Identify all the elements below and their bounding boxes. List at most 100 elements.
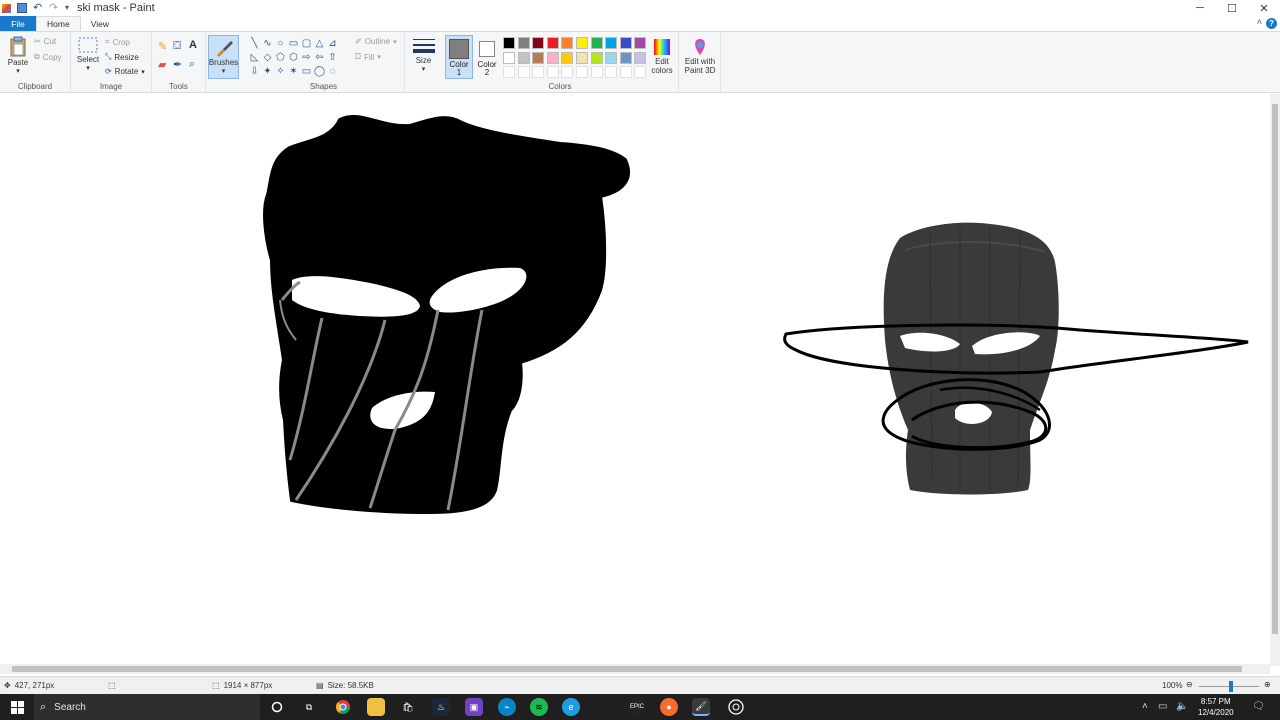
shape-icon[interactable]: ⇨ [300, 51, 313, 65]
shape-icon[interactable]: ▭ [287, 37, 300, 51]
fill-dropdown[interactable]: ⛋ Fill ▾ [355, 52, 381, 62]
shape-icon[interactable]: ⇦ [313, 51, 326, 65]
color-swatch[interactable] [575, 51, 588, 64]
outline-dropdown[interactable]: ✐ Outline ▾ [355, 37, 397, 46]
color-swatch[interactable] [575, 66, 588, 78]
crop-button[interactable]: ⌗ Crop [105, 37, 130, 47]
shape-icon[interactable]: ✦ [261, 65, 274, 79]
edit-colors-button[interactable]: Edit colors [649, 37, 675, 75]
color-swatch[interactable] [546, 37, 559, 49]
color-swatch[interactable] [590, 51, 603, 64]
zoom-in-icon[interactable]: ⊕ [1264, 680, 1271, 689]
shape-icon[interactable]: ▭ [300, 65, 313, 79]
shape-icon[interactable]: ╲ [248, 37, 261, 51]
vertical-scrollbar[interactable] [1270, 94, 1280, 666]
color-swatch[interactable] [517, 66, 530, 78]
steam-icon[interactable]: ♨ [432, 698, 450, 716]
origin-icon[interactable]: ● [660, 698, 678, 716]
zoom-out-icon[interactable]: ⊖ [1186, 680, 1193, 689]
color-picker-icon[interactable]: ✒ [173, 58, 182, 71]
rotate-button[interactable]: ⟳ Rotate ▾ [105, 67, 145, 76]
color-swatch[interactable] [634, 66, 647, 78]
shape-icon[interactable]: ⊿ [326, 37, 339, 51]
color-swatch[interactable] [561, 66, 574, 78]
horizontal-scrollbar[interactable] [0, 664, 1270, 674]
magnifier-icon[interactable]: ⌕ [189, 58, 195, 71]
size-button[interactable]: Size ▾ [410, 36, 437, 74]
close-button[interactable]: ✕ [1248, 0, 1280, 16]
store-icon[interactable]: 🛍 [399, 698, 417, 716]
cut-button[interactable]: ✂ Cut [34, 37, 56, 46]
epic-games-icon[interactable]: EPIC [628, 698, 646, 716]
color-swatch[interactable] [619, 37, 632, 49]
maximize-button[interactable]: ☐ [1216, 0, 1248, 16]
customize-dropdown-icon[interactable]: ▾ [65, 3, 71, 13]
color-swatch[interactable] [619, 51, 632, 64]
fill-bucket-icon[interactable]: ⛋ [173, 40, 181, 53]
shape-icon[interactable]: ⇧ [326, 51, 339, 65]
spotify-icon[interactable]: ≋ [530, 698, 548, 716]
tab-file[interactable]: File [0, 16, 36, 31]
tab-home[interactable]: Home [36, 16, 81, 31]
shape-icon[interactable]: ◺ [248, 51, 261, 65]
color-swatch[interactable] [575, 37, 588, 49]
color-swatch[interactable] [590, 37, 603, 49]
task-view-icon[interactable]: ⧉ [300, 698, 318, 716]
shape-icon[interactable]: ◌ [326, 65, 339, 79]
color-swatch[interactable] [503, 37, 515, 49]
color-swatch[interactable] [619, 66, 632, 78]
color-swatch[interactable] [634, 37, 647, 49]
color-swatch[interactable] [532, 37, 545, 49]
redo-icon[interactable]: ↷ [49, 3, 59, 14]
shape-icon[interactable]: ∿ [261, 37, 274, 51]
collapse-ribbon-icon[interactable]: ˄ [1257, 17, 1262, 27]
save-icon[interactable] [17, 3, 27, 13]
network-icon[interactable]: ▭ [1158, 701, 1167, 712]
zoom-slider-thumb[interactable] [1229, 681, 1233, 692]
color-swatch[interactable] [590, 66, 603, 78]
taskbar-search-box[interactable]: ⌕ Search [34, 694, 260, 720]
photos-icon[interactable]: ▣ [465, 698, 483, 716]
color-swatch[interactable] [517, 51, 530, 64]
file-explorer-icon[interactable] [367, 698, 385, 716]
paste-button[interactable]: Paste ▾ [6, 36, 30, 76]
help-icon[interactable]: ? [1266, 18, 1277, 29]
color-swatch[interactable] [605, 37, 618, 49]
obs-icon[interactable] [727, 698, 745, 716]
color-swatch[interactable] [634, 51, 647, 64]
shape-icon[interactable]: ⬡ [287, 51, 300, 65]
color-swatch[interactable] [546, 51, 559, 64]
color-swatch[interactable] [546, 66, 559, 78]
pencil-icon[interactable]: ✎ [158, 40, 167, 53]
color-swatch[interactable] [561, 37, 574, 49]
color-swatch[interactable] [605, 51, 618, 64]
app-icon-2[interactable] [596, 698, 614, 716]
color-swatch[interactable] [503, 51, 515, 64]
shape-icon[interactable]: ✶ [287, 65, 300, 79]
edge-icon[interactable]: e [562, 698, 580, 716]
color-swatch[interactable] [605, 66, 618, 78]
resize-button[interactable]: ⤡ Resize [105, 52, 139, 62]
horizontal-scroll-thumb[interactable] [12, 666, 1242, 672]
drawing-canvas[interactable] [4, 96, 1270, 664]
shape-icon[interactable]: ◯ [313, 65, 326, 79]
eraser-icon[interactable]: ▰ [158, 58, 166, 71]
notifications-icon[interactable]: 🗨 [1252, 701, 1265, 712]
edit-with-paint3d-button[interactable]: Edit with Paint 3D [682, 37, 718, 75]
undo-icon[interactable]: ↶ [33, 3, 43, 14]
vertical-scroll-thumb[interactable] [1272, 104, 1278, 634]
shape-icon[interactable]: ⇩ [248, 65, 261, 79]
color-swatch[interactable] [532, 66, 545, 78]
brushes-button[interactable]: Brushes ▾ [208, 35, 239, 79]
color-swatch[interactable] [561, 51, 574, 64]
cortana-icon[interactable] [268, 698, 286, 716]
text-tool-icon[interactable]: A [189, 39, 197, 51]
shape-icon[interactable]: ○ [274, 37, 287, 51]
color-swatch[interactable] [503, 66, 515, 78]
color-swatch[interactable] [532, 51, 545, 64]
shape-icon[interactable]: △ [313, 37, 326, 51]
shape-icon[interactable]: ✧ [274, 65, 287, 79]
minimize-button[interactable]: ─ [1184, 0, 1216, 16]
system-clock[interactable]: 8:57 PM 12/4/2020 [1198, 696, 1234, 718]
volume-icon[interactable]: 🔈 [1176, 701, 1188, 712]
